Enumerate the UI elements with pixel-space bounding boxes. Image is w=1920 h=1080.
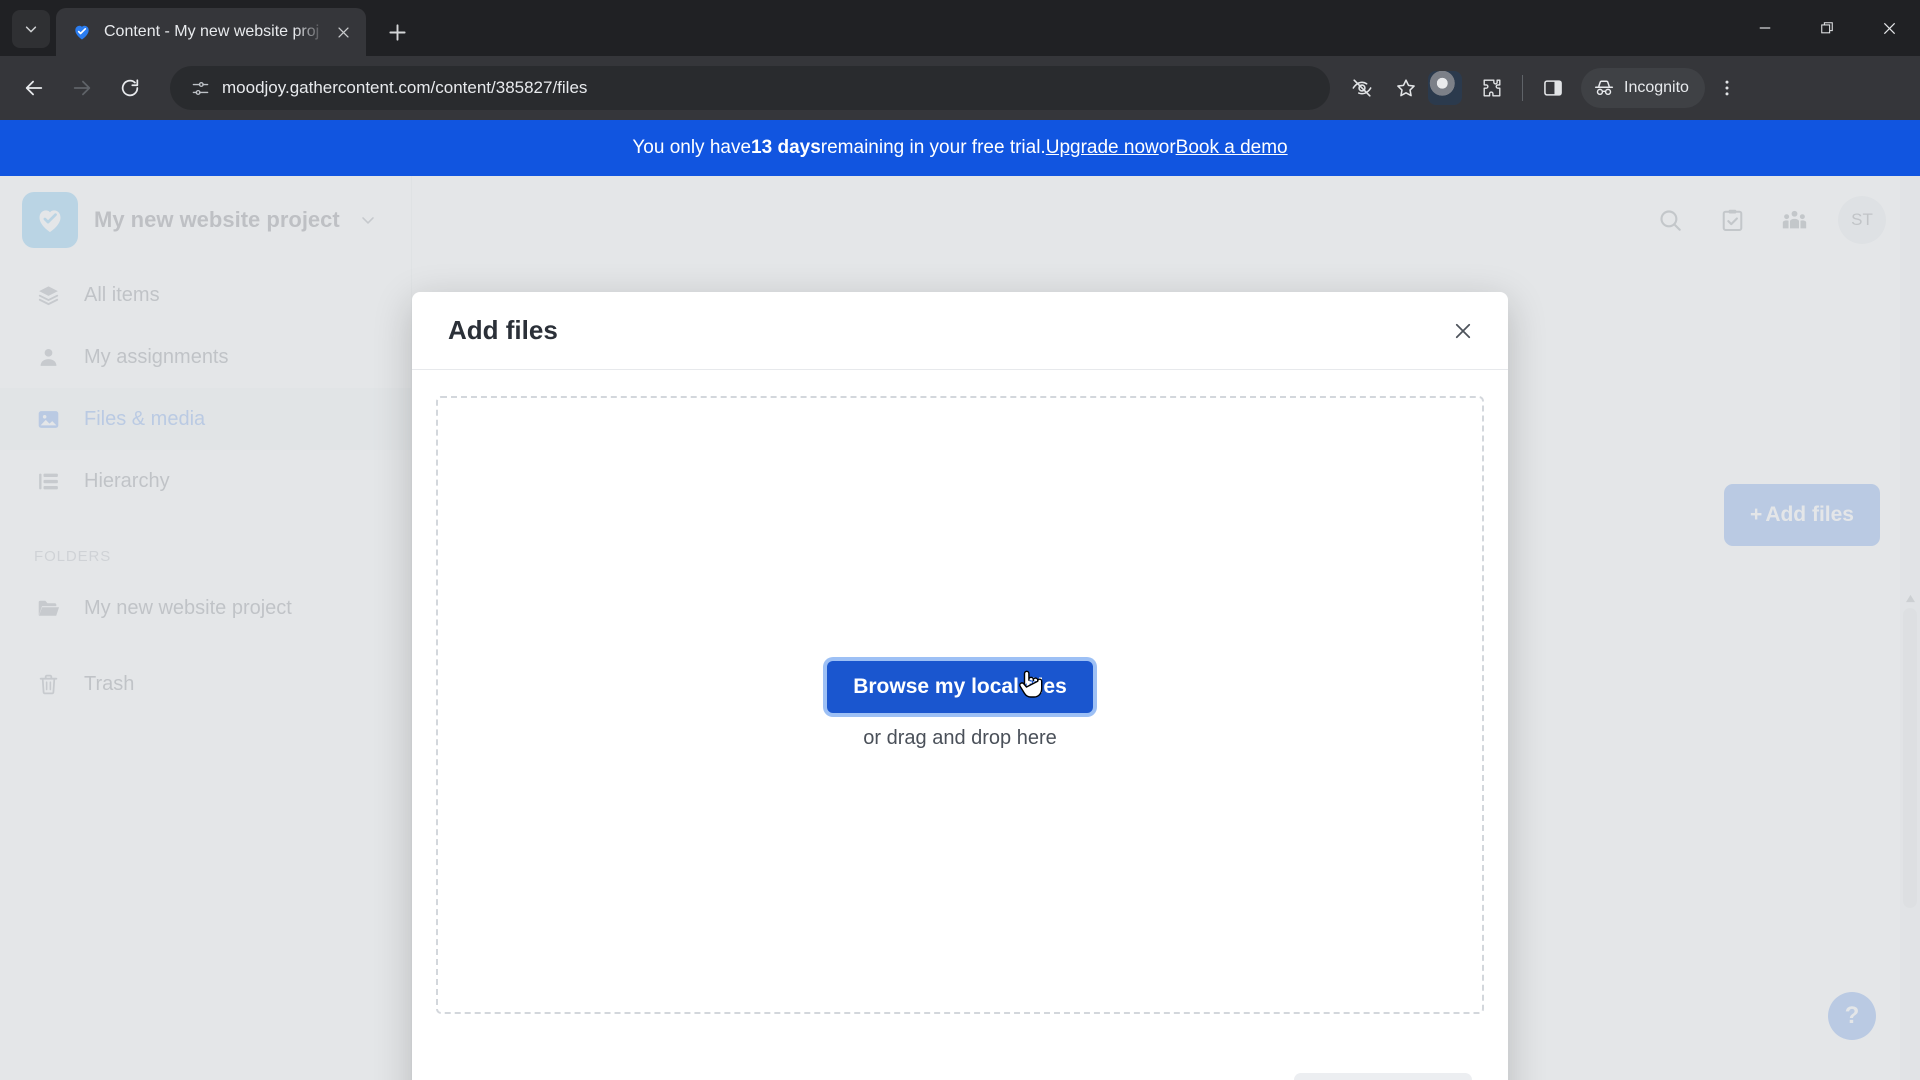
reload-button[interactable]	[106, 64, 154, 112]
profile-label: Incognito	[1624, 79, 1689, 96]
browser-tab[interactable]: Content - My new website proj	[56, 8, 366, 56]
star-icon	[1397, 79, 1415, 97]
browse-local-files-button[interactable]: Browse my local files	[827, 660, 1093, 713]
incognito-hat-icon	[1594, 80, 1614, 96]
browser-toolbar: moodjoy.gathercontent.com/content/385827…	[0, 56, 1920, 120]
banner-prefix: You only have	[632, 137, 752, 158]
drop-hint-text: or drag and drop here	[863, 726, 1057, 749]
bookmark-button[interactable]	[1384, 66, 1428, 110]
restore-icon	[1821, 22, 1833, 34]
chevron-down-icon	[25, 26, 37, 33]
dialog-close-button[interactable]	[1446, 314, 1480, 348]
tab-search-button[interactable]	[12, 10, 50, 48]
file-dropzone[interactable]: Browse my local files or drag and drop h…	[436, 396, 1484, 1014]
browser-menu-button[interactable]	[1705, 66, 1749, 110]
upgrade-now-link[interactable]: Upgrade now	[1046, 137, 1159, 159]
forward-button[interactable]	[58, 64, 106, 112]
banner-middle: remaining in your free trial.	[820, 137, 1046, 158]
plus-icon	[388, 23, 406, 41]
banner-or: or	[1158, 137, 1176, 158]
book-a-demo-link[interactable]: Book a demo	[1176, 137, 1288, 159]
arrow-right-icon	[73, 80, 91, 96]
page-settings-icon[interactable]	[184, 79, 216, 98]
window-minimize-button[interactable]	[1734, 0, 1796, 56]
url-text[interactable]: moodjoy.gathercontent.com/content/385827…	[216, 78, 1316, 98]
tab-title: Content - My new website proj	[104, 23, 320, 40]
profile-incognito-button[interactable]: Incognito	[1581, 68, 1705, 108]
cancel-button[interactable]: Cancel	[1175, 1073, 1285, 1080]
toolbar-divider	[1522, 75, 1523, 101]
dialog-title: Add files	[448, 315, 558, 345]
tab-close-icon[interactable]	[330, 19, 356, 45]
close-icon	[1455, 323, 1471, 339]
extension-avatar-icon[interactable]	[1428, 71, 1462, 105]
eye-slash-icon	[1352, 79, 1372, 97]
browser-window: Content - My new website proj moodjoy.ga…	[0, 0, 1920, 1080]
add-files-dialog: Add files Browse my local files or drag …	[412, 292, 1508, 1080]
dialog-body: Browse my local files or drag and drop h…	[412, 370, 1508, 1050]
free-trial-banner: You only have 13 days remaining in your …	[0, 120, 1920, 176]
extension-puzzle-icon	[1483, 79, 1501, 97]
three-dot-menu-icon	[1725, 80, 1729, 96]
gathercontent-heart-icon	[72, 22, 92, 42]
arrow-left-icon	[25, 80, 43, 96]
side-panel-button[interactable]	[1531, 66, 1575, 110]
window-close-button[interactable]	[1858, 0, 1920, 56]
extensions-button[interactable]	[1470, 66, 1514, 110]
back-button[interactable]	[10, 64, 58, 112]
banner-days: 13 days	[751, 137, 821, 158]
window-maximize-button[interactable]	[1796, 0, 1858, 56]
add-to-project-button[interactable]: Add to project	[1294, 1073, 1472, 1080]
minimize-icon	[1759, 27, 1771, 29]
reload-icon	[121, 79, 139, 97]
tab-strip: Content - My new website proj	[0, 0, 1920, 56]
close-icon	[1883, 22, 1895, 34]
dialog-header: Add files	[412, 292, 1508, 370]
page-viewport: You only have 13 days remaining in your …	[0, 120, 1920, 1080]
new-tab-button[interactable]	[378, 13, 416, 51]
dialog-footer: Cancel Add to project	[412, 1050, 1508, 1080]
window-controls	[1734, 0, 1920, 56]
tracking-protection-button[interactable]	[1340, 66, 1384, 110]
side-panel-icon	[1544, 80, 1562, 96]
address-bar[interactable]: moodjoy.gathercontent.com/content/385827…	[170, 66, 1330, 110]
